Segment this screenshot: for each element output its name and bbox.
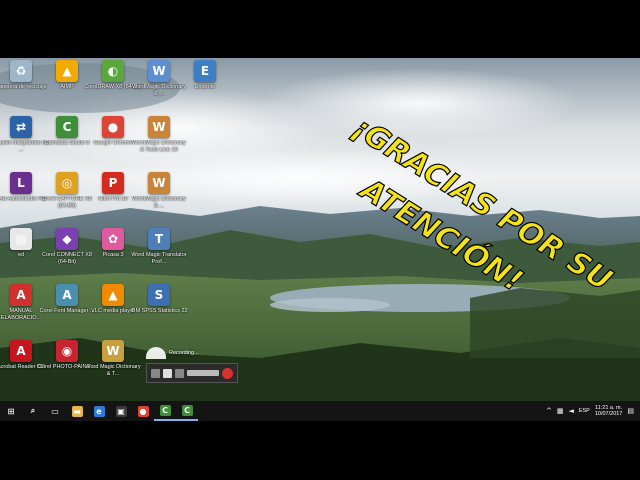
nitro-icon: P <box>102 172 124 194</box>
camtasia-recorder-icon: C <box>181 404 193 416</box>
photopaint-icon: ◉ <box>56 340 78 362</box>
recording-status: Recording... <box>146 345 242 361</box>
desktop-icon-label: IBM SPSS Statistics 22 <box>130 308 188 314</box>
camtasia-icon: C <box>56 116 78 138</box>
recorder-level-meter <box>187 370 219 376</box>
picasa-icon: ✿ <box>102 228 124 250</box>
recorder-delete-button[interactable] <box>175 368 184 378</box>
recorder-widget: Recording... <box>146 345 242 395</box>
input-language[interactable]: ESP <box>579 408 590 414</box>
search-button[interactable]: ⌕ <box>22 401 44 421</box>
folder-icon: ▬ <box>71 405 83 417</box>
show-hidden-icons-chevron-icon[interactable]: ^ <box>546 407 552 415</box>
desktop-icon-label: WordMagic Dictionary & ... <box>132 196 186 209</box>
aimp-icon: ▲ <box>56 60 78 82</box>
desktop-icon[interactable]: E Endnote <box>176 60 234 110</box>
chrome-button[interactable]: ● <box>132 401 154 421</box>
pdf-manual-icon: A <box>10 284 32 306</box>
wordmagic-t-icon: W <box>102 340 124 362</box>
search-icon: ⌕ <box>27 405 39 417</box>
endnote-icon: E <box>194 60 216 82</box>
recording-status-text: Recording... <box>169 350 199 356</box>
file-explorer-button[interactable]: ▬ <box>66 401 88 421</box>
network-icon[interactable]: ▦ <box>557 407 564 415</box>
spss-icon: S <box>148 284 170 306</box>
task-view-button[interactable]: ▭ <box>44 401 66 421</box>
desktop-icon[interactable]: S IBM SPSS Statistics 22 <box>130 284 188 334</box>
chrome-icon: ● <box>102 116 124 138</box>
translator-icon: T <box>148 228 170 250</box>
desktop-icon[interactable]: W WordMagic Dictionary & Tools Line 10 <box>130 116 188 166</box>
action-center-icon[interactable]: ▤ <box>627 407 634 415</box>
recorder-stop-button[interactable] <box>163 368 172 378</box>
wordmagic-dict-icon: W <box>148 172 170 194</box>
desktop-icon[interactable]: T Word Magic Translator Prof... <box>130 228 188 278</box>
chrome-icon: ● <box>137 405 149 417</box>
lab-icon: L <box>10 172 32 194</box>
volume-icon[interactable]: ◄ <box>568 407 573 415</box>
desktop-icon-label: WordMagic Dictionary & Tools Line 10 <box>132 140 186 153</box>
teamviewer-icon: ⇄ <box>10 116 32 138</box>
system-tray: ^ ▦ ◄ ESP 11:21 a. m. 10/07/2017 ▤ <box>546 401 640 421</box>
start-button[interactable]: ⊞ <box>0 401 22 421</box>
edge-button[interactable]: e <box>88 401 110 421</box>
recording-spinner-icon <box>146 347 166 359</box>
recycle-bin-icon: ♻ <box>10 60 32 82</box>
vlc-icon: ▲ <box>102 284 124 306</box>
desktop-icon[interactable]: W WordMagic Dictionary & ... <box>130 172 188 222</box>
camtasia-button[interactable]: C <box>154 401 176 421</box>
camtasia-recorder-button[interactable]: C <box>176 401 198 421</box>
coreldraw-icon: ◐ <box>102 60 124 82</box>
desktop-icon[interactable]: W Word Magic Dictionary & T... <box>84 340 142 390</box>
clock[interactable]: 11:21 a. m. 10/07/2017 <box>595 405 623 418</box>
desktop: ♻ Papelera de reciclaje ▲ AIMP ◐ CorelDRAW X8… <box>0 58 640 421</box>
camtasia-icon: C <box>159 404 171 416</box>
task-view-icon: ▭ <box>49 405 61 417</box>
corel-capture-icon: ◎ <box>56 172 78 194</box>
corel-connect-icon: ◆ <box>56 228 78 250</box>
desktop-icon-label: Word Magic Translator Prof... <box>131 252 187 265</box>
clock-date: 10/07/2017 <box>594 411 623 417</box>
windows-icon: ⊞ <box>5 405 17 417</box>
taskbar: ⊞ ⌕ ▭ ▬ e ▣ ● C C ^ ▦ ◄ ESP 11:21 a. m. 10/07/20… <box>0 401 640 421</box>
recorder-pause-button[interactable] <box>151 368 160 378</box>
record-button[interactable] <box>222 367 233 379</box>
desktop-icon-label: Word Magic Dictionary & T... <box>85 364 141 377</box>
edge-icon: e <box>93 405 105 417</box>
corel-font-icon: A <box>56 284 78 306</box>
file-icon: ▤ <box>10 228 32 250</box>
taskbar-items: ⊞ ⌕ ▭ ▬ e ▣ ● C C <box>0 401 198 421</box>
acrobat-icon: A <box>10 340 32 362</box>
recorder-toolbar <box>146 363 238 383</box>
store-button[interactable]: ▣ <box>110 401 132 421</box>
store-icon: ▣ <box>115 405 127 417</box>
wordmagic-icon: W <box>148 60 170 82</box>
wordmagic-tools-icon: W <box>148 116 170 138</box>
desktop-icon-label: Endnote <box>194 84 216 90</box>
